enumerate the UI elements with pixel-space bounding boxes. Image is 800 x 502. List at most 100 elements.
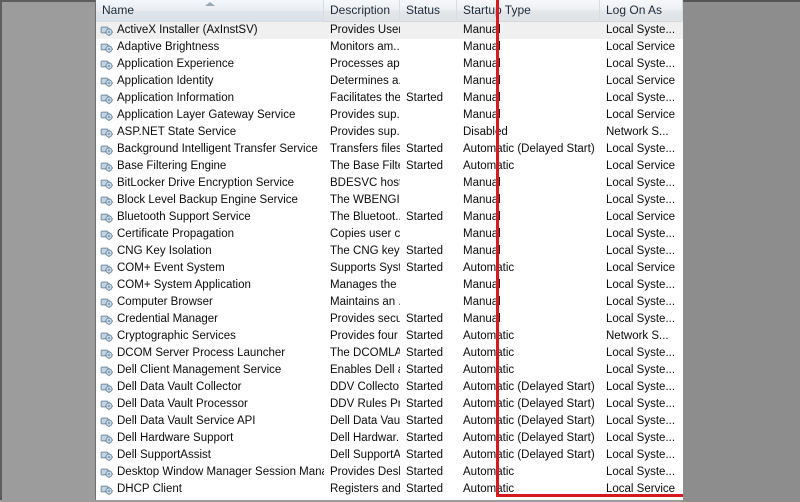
service-cell-status: Started: [400, 243, 457, 260]
service-row[interactable]: Dell Hardware SupportDell Hardwar...Star…: [96, 430, 683, 447]
service-name-text: Cryptographic Services: [117, 328, 236, 345]
service-status-text: Started: [406, 347, 443, 359]
service-name-text: CNG Key Isolation: [117, 243, 212, 260]
service-row[interactable]: Computer BrowserMaintains an ...ManualLo…: [96, 294, 683, 311]
service-cell-status: Started: [400, 260, 457, 277]
service-cell-startup: Automatic: [457, 260, 600, 277]
service-cell-desc: BDESVC hosts...: [324, 175, 400, 192]
service-row[interactable]: Credential ManagerProvides secu...Starte…: [96, 311, 683, 328]
services-row-container[interactable]: ActiveX Installer (AxInstSV)Provides Use…: [96, 22, 683, 498]
service-row[interactable]: DCOM Server Process LauncherThe DCOMLA..…: [96, 345, 683, 362]
column-header-name[interactable]: Name: [96, 0, 324, 22]
service-desc-text: Supports Syst...: [330, 262, 400, 274]
service-status-text: Started: [406, 160, 443, 172]
service-row[interactable]: Certificate PropagationCopies user c...M…: [96, 226, 683, 243]
service-status-text: Started: [406, 381, 443, 393]
service-cell-desc: Dell Hardwar...: [324, 430, 400, 447]
service-cell-startup: Manual: [457, 39, 600, 56]
service-row[interactable]: Desktop Window Manager Session Mana...Pr…: [96, 464, 683, 481]
service-gear-icon: [100, 449, 113, 462]
service-desc-text: Provides sup...: [330, 109, 400, 121]
service-cell-logon: Local Syste...: [600, 413, 683, 430]
service-startup-text: Automatic: [463, 364, 514, 376]
service-cell-name: Application Experience: [96, 56, 324, 73]
service-row[interactable]: ActiveX Installer (AxInstSV)Provides Use…: [96, 22, 683, 39]
service-logon-text: Local Syste...: [606, 415, 675, 427]
service-cell-status: Started: [400, 362, 457, 379]
service-row[interactable]: Application InformationFacilitates the..…: [96, 90, 683, 107]
service-row[interactable]: ASP.NET State ServiceProvides sup...Disa…: [96, 124, 683, 141]
service-cell-name: Background Intelligent Transfer Service: [96, 141, 324, 158]
service-logon-text: Local Syste...: [606, 466, 675, 478]
service-row[interactable]: Dell Data Vault ProcessorDDV Rules Pr...…: [96, 396, 683, 413]
service-cell-logon: Local Syste...: [600, 56, 683, 73]
service-cell-name: Credential Manager: [96, 311, 324, 328]
service-row[interactable]: Background Intelligent Transfer ServiceT…: [96, 141, 683, 158]
column-header-desc[interactable]: Description: [324, 0, 400, 22]
column-header-row[interactable]: Name Description StatusStartup Type Log On …: [96, 0, 683, 22]
column-header-logon[interactable]: Log On As: [600, 0, 683, 22]
service-cell-desc: Maintains an ...: [324, 294, 400, 311]
service-startup-text: Manual: [463, 75, 501, 87]
service-row[interactable]: DHCP ClientRegisters and ...StartedAutom…: [96, 481, 683, 498]
service-startup-text: Automatic (Delayed Start): [463, 449, 595, 461]
service-cell-logon: Network S...: [600, 124, 683, 141]
service-cell-logon: Local Service: [600, 39, 683, 56]
column-header-label: Description: [330, 3, 390, 17]
service-logon-text: Local Syste...: [606, 347, 675, 359]
services-list-view[interactable]: Name Description StatusStartup Type Log On …: [96, 0, 683, 500]
service-startup-text: Manual: [463, 245, 501, 257]
service-startup-text: Manual: [463, 92, 501, 104]
service-row[interactable]: COM+ Event SystemSupports Syst...Started…: [96, 260, 683, 277]
service-row[interactable]: CNG Key IsolationThe CNG key ...StartedM…: [96, 243, 683, 260]
service-desc-text: Provides secu...: [330, 313, 400, 325]
service-row[interactable]: Base Filtering EngineThe Base Filte... St…: [96, 158, 683, 175]
service-cell-name: Dell SupportAssist: [96, 447, 324, 464]
service-cell-logon: Local Syste...: [600, 447, 683, 464]
service-status-text: Started: [406, 245, 443, 257]
service-row[interactable]: BitLocker Drive Encryption Service BDESVC…: [96, 175, 683, 192]
service-cell-logon: Local Service: [600, 481, 683, 498]
service-row[interactable]: Adaptive BrightnessMonitors am...ManualL…: [96, 39, 683, 56]
service-logon-text: Local Service: [606, 75, 675, 87]
column-header-status[interactable]: Status: [400, 0, 457, 22]
service-gear-icon: [100, 92, 113, 105]
service-cell-desc: Provides sup...: [324, 124, 400, 141]
service-row[interactable]: Application Layer Gateway ServiceProvide…: [96, 107, 683, 124]
service-desc-text: BDESVC hosts...: [330, 177, 400, 189]
service-cell-desc: The Bluetoot...: [324, 209, 400, 226]
service-row[interactable]: Dell Data Vault CollectorDDV Collecto...…: [96, 379, 683, 396]
service-cell-name: Cryptographic Services: [96, 328, 324, 345]
column-header-startup[interactable]: Startup Type: [457, 0, 600, 22]
service-row[interactable]: COM+ System ApplicationManages the ...Ma…: [96, 277, 683, 294]
service-desc-text: Determines a...: [330, 75, 400, 87]
service-row[interactable]: Application ExperienceProcesses ap...Man…: [96, 56, 683, 73]
service-row[interactable]: Application IdentityDetermines a...Manua…: [96, 73, 683, 90]
service-logon-text: Local Service: [606, 109, 675, 121]
service-cell-desc: The Base Filte...: [324, 158, 400, 175]
service-cell-name: Base Filtering Engine: [96, 158, 324, 175]
service-row[interactable]: Bluetooth Support ServiceThe Bluetoot...…: [96, 209, 683, 226]
column-header-label: Log On As: [606, 3, 662, 17]
service-cell-logon: Local Syste...: [600, 90, 683, 107]
service-name-text: Adaptive Brightness: [117, 39, 219, 56]
service-row[interactable]: Block Level Backup Engine ServiceThe WBE…: [96, 192, 683, 209]
service-row[interactable]: Cryptographic ServicesProvides four ...S…: [96, 328, 683, 345]
service-logon-text: Local Syste...: [606, 228, 675, 240]
service-cell-startup: Automatic (Delayed Start): [457, 430, 600, 447]
service-row[interactable]: Dell SupportAssistDell SupportA...Starte…: [96, 447, 683, 464]
service-cell-startup: Automatic (Delayed Start): [457, 413, 600, 430]
service-gear-icon: [100, 415, 113, 428]
service-cell-logon: Local Service: [600, 209, 683, 226]
service-status-text: Started: [406, 143, 443, 155]
service-startup-text: Automatic: [463, 483, 514, 495]
service-row[interactable]: Dell Data Vault Service APIDell Data Vau…: [96, 413, 683, 430]
service-row[interactable]: Dell Client Management ServiceEnables De…: [96, 362, 683, 379]
service-name-text: BitLocker Drive Encryption Service: [117, 175, 294, 192]
service-status-text: Started: [406, 364, 443, 376]
service-cell-logon: Local Syste...: [600, 430, 683, 447]
service-desc-text: The Bluetoot...: [330, 211, 400, 223]
service-cell-status: [400, 39, 457, 56]
service-name-text: Dell SupportAssist: [117, 447, 211, 464]
service-cell-status: Started: [400, 141, 457, 158]
